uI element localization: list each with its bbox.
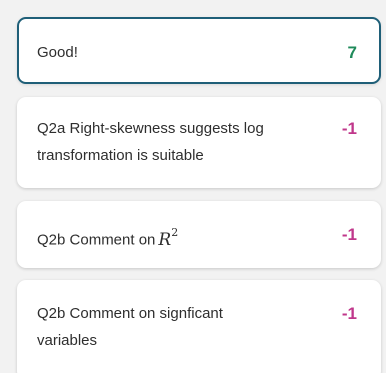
rubric-item-points: -1 [341, 225, 357, 244]
rubric-item-points: -1 [341, 304, 357, 323]
rubric-item-label-line1: Q2b Comment on signficant [37, 305, 223, 322]
rubric-item-points: -1 [341, 119, 357, 138]
rubric-item-label-text: Q2b Comment on [37, 231, 156, 249]
rubric-item-label: Q2b Comment on signficant variables [37, 300, 223, 354]
rubric-item-q2b-variables[interactable]: Q2b Comment on signficant variables -1 [17, 280, 381, 373]
rubric-item-points: 7 [347, 43, 357, 62]
rubric-item-label: Q2b Comment on R2 [37, 221, 178, 254]
rubric-item-label-line2: transformation is suitable [37, 147, 204, 164]
rubric-item-good[interactable]: Good! 7 [17, 17, 381, 84]
rubric-item-q2a[interactable]: Q2a Right-skewness suggests log transfor… [17, 97, 381, 188]
rubric-item-label: Good! [37, 44, 78, 61]
rubric-panel: Good! 7 Q2a Right-skewness suggests log … [0, 0, 386, 373]
rubric-item-label: Q2a Right-skewness suggests log transfor… [37, 115, 264, 169]
rubric-item-q2b-r2[interactable]: Q2b Comment on R2 -1 [17, 201, 381, 268]
rubric-item-label-line2: variables [37, 332, 98, 349]
rubric-item-label-line1: Q2a Right-skewness suggests log [37, 120, 264, 137]
r-squared-math: R2 [158, 226, 179, 250]
